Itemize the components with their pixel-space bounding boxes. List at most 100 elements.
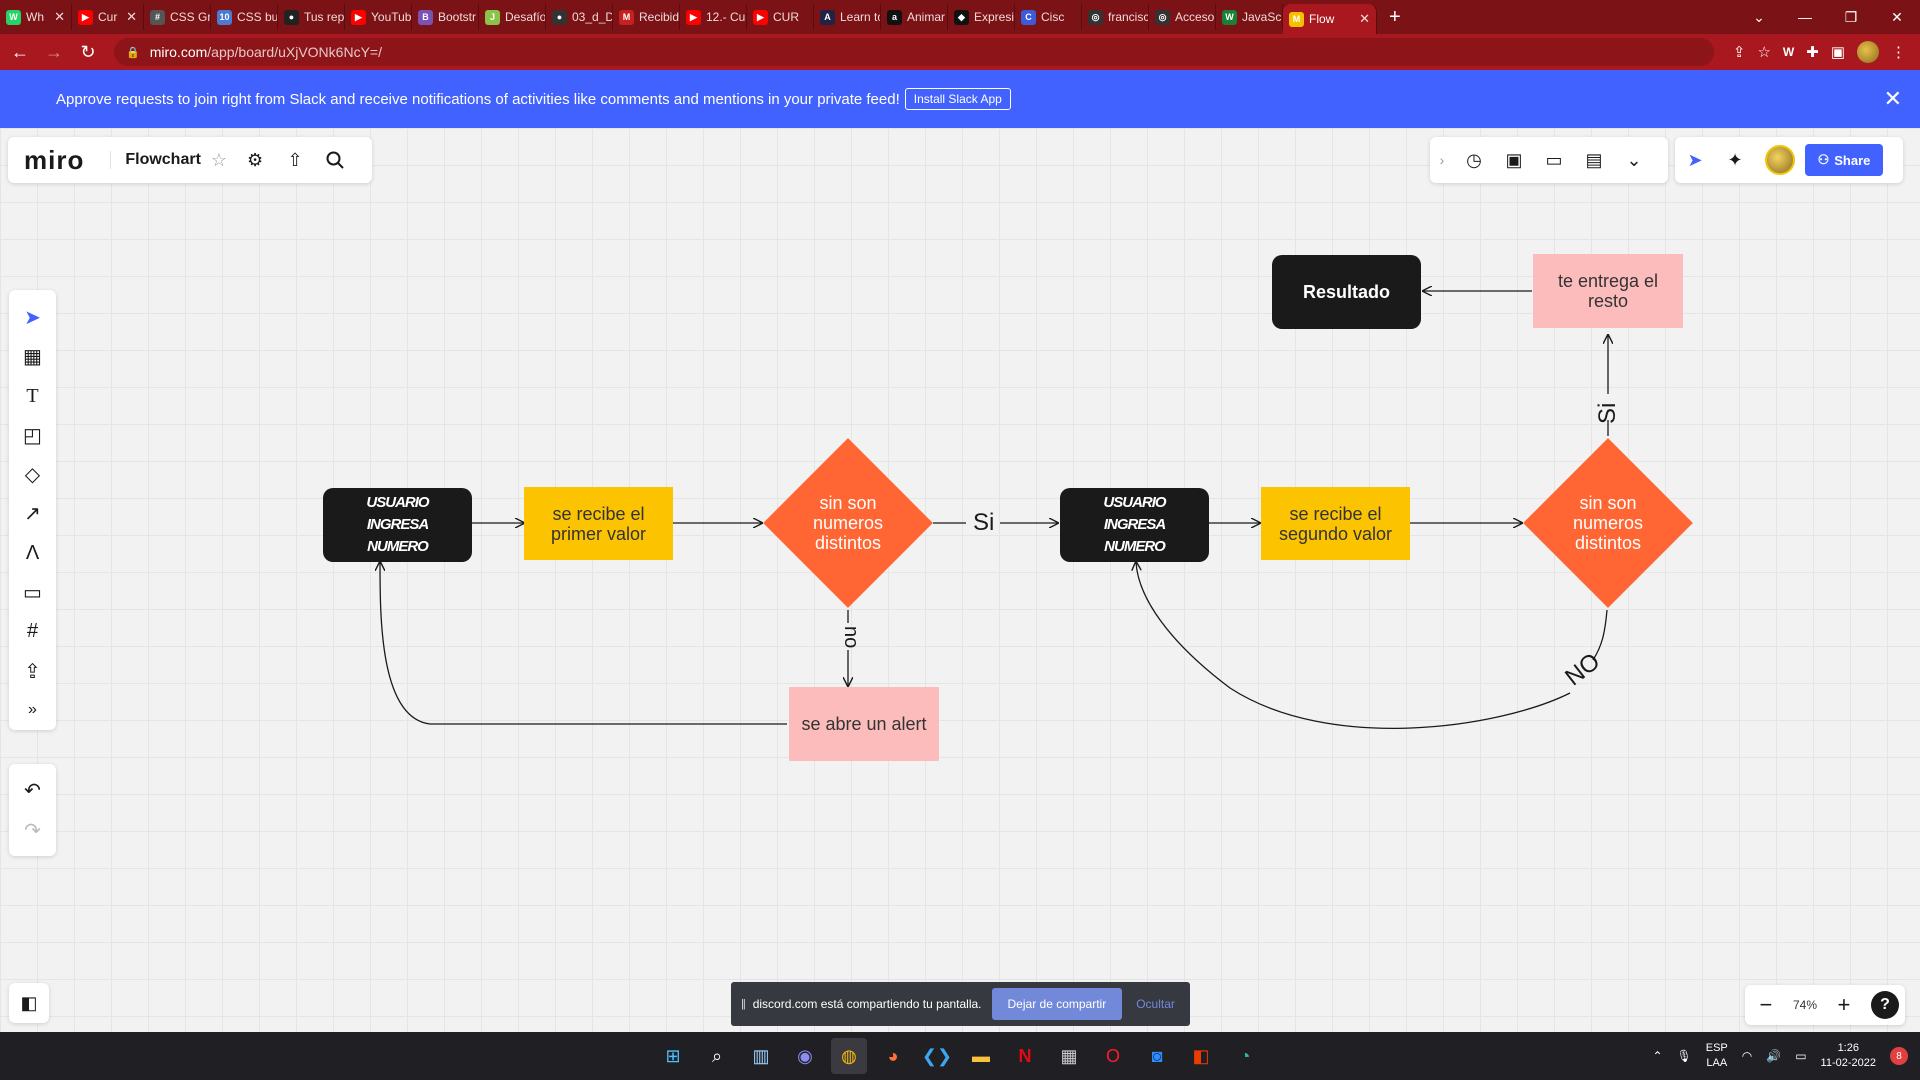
tray-overflow-chevron-icon[interactable]: ⌃ [1652,1049,1662,1063]
select-cursor-icon[interactable]: ➤ [13,298,53,337]
restore-icon[interactable]: ❐ [1828,0,1874,34]
zoom-out-button[interactable]: − [1751,992,1781,1018]
more-tools-icon[interactable]: » [13,691,53,730]
back-icon[interactable]: ← [6,38,34,66]
calculator-icon[interactable]: ▦ [1051,1038,1087,1074]
address-bar[interactable]: 🔒 miro.com/app/board/uXjVONk6NcY=/ [114,38,1714,66]
install-slack-button[interactable]: Install Slack App [904,88,1011,110]
redo-icon[interactable]: ↷ [13,810,53,850]
browser-tab[interactable]: J Desafío [479,4,546,30]
browser-tab[interactable]: M Flow ✕ [1283,4,1377,34]
side-panel-icon[interactable]: ▣ [1831,43,1845,61]
chevron-right-icon[interactable]: › [1430,140,1454,180]
tab-search-chevron-icon[interactable]: ⌄ [1736,0,1782,34]
reload-icon[interactable]: ↻ [74,38,102,66]
tab-close-icon[interactable]: ✕ [54,9,65,25]
zoom-level[interactable]: 74% [1793,998,1817,1012]
tab-close-icon[interactable]: ✕ [1359,11,1370,27]
extensions-puzzle-icon[interactable]: ✚ [1806,43,1819,61]
stop-sharing-button[interactable]: Dejar de compartir [991,988,1123,1020]
node-decision-2[interactable]: sin son numeros distintos [1523,436,1693,610]
share-button[interactable]: ⚇ Share [1805,144,1883,176]
browser-tab[interactable]: # CSS Gri [144,4,211,30]
node-receive-second-value[interactable]: se recibe el segundo valor [1261,487,1410,560]
node-user-input-2[interactable]: USUARIO INGRESA NUMERO [1060,488,1209,562]
minimize-icon[interactable]: — [1782,0,1828,34]
browser-tab[interactable]: ● 03_d_D [546,4,613,30]
teams-chat-icon[interactable]: ◉ [787,1038,823,1074]
text-tool-icon[interactable]: T [13,377,53,416]
node-result[interactable]: Resultado [1272,255,1421,329]
node-alert[interactable]: se abre un alert [789,687,939,761]
chevrons-down-icon[interactable]: ⌄ [1614,140,1654,180]
profile-avatar[interactable] [1857,41,1879,63]
browser-tab[interactable]: B Bootstr [412,4,479,30]
pen-icon[interactable]: Λ [13,534,53,573]
undo-icon[interactable]: ↶ [13,770,53,810]
bookmark-star-icon[interactable]: ☆ [1757,43,1770,61]
close-icon[interactable]: ✕ [1884,86,1902,112]
browser-tab[interactable]: ◎ francisc [1082,4,1149,30]
file-explorer-icon[interactable]: ▬ [963,1038,999,1074]
notes-document-icon[interactable]: ▤ [1574,140,1614,180]
sticky-note-icon[interactable]: ◰ [13,416,53,455]
clock[interactable]: 1:26 11-02-2022 [1821,1041,1876,1071]
share-page-icon[interactable]: ⇪ [1733,43,1746,61]
volume-icon[interactable]: 🔊 [1766,1049,1781,1063]
search-icon[interactable] [323,148,347,172]
miro-board-canvas[interactable]: USUARIO INGRESA NUMERO se recibe el prim… [0,128,1920,1033]
browser-tab[interactable]: ◆ Expresi [948,4,1015,30]
video-add-icon[interactable]: ▣ [1494,140,1534,180]
wifi-icon[interactable]: ◠ [1742,1049,1752,1063]
input-language[interactable]: ESP LAA [1706,1041,1728,1071]
star-icon[interactable]: ☆ [211,150,227,171]
notification-badge[interactable]: 8 [1890,1047,1908,1065]
microphone-icon[interactable]: 🎙 [1677,1049,1692,1063]
export-upload-icon[interactable]: ⇧ [283,148,307,172]
browser-tab[interactable]: ▶ Cur ✕ [72,4,144,30]
timer-icon[interactable]: ◷ [1454,140,1494,180]
collaborator-avatar[interactable] [1765,145,1795,175]
node-remainder[interactable]: te entrega el resto [1533,254,1683,328]
extension-icon[interactable]: W [1783,45,1794,59]
upload-icon[interactable]: ⇪ [13,651,53,690]
frame-icon[interactable]: # [13,612,53,651]
netflix-icon[interactable]: N [1007,1038,1043,1074]
shapes-icon[interactable]: ◇ [13,455,53,494]
frames-panel-icon[interactable]: ◧ [9,983,49,1023]
new-tab-icon[interactable]: + [1377,6,1413,29]
firefox-icon[interactable]: ◕ [875,1038,911,1074]
board-title[interactable]: Flowchart [110,151,201,169]
help-button[interactable]: ? [1870,991,1899,1019]
cursor-filter-icon[interactable]: ➤ [1675,140,1715,180]
tab-close-icon[interactable]: ✕ [126,9,137,25]
browser-tab[interactable]: C Cisc [1015,4,1082,30]
close-window-icon[interactable]: ✕ [1874,0,1920,34]
browser-tab[interactable]: A Learn to [814,4,881,30]
browser-tab[interactable]: ▶ CUR [747,4,814,30]
browser-tab[interactable]: ● Tus rep [278,4,345,30]
browser-menu-icon[interactable]: ⋮ [1891,43,1906,61]
office-icon[interactable]: ◧ [1183,1038,1219,1074]
miro-logo[interactable]: miro [24,145,84,176]
vscode-icon[interactable]: ❮❯ [919,1038,955,1074]
celebrate-icon[interactable]: ✦ [1715,140,1755,180]
zoom-app-icon[interactable]: ◙ [1139,1038,1175,1074]
browser-tab[interactable]: ▶ 12.- Cur [680,4,747,30]
edge-icon[interactable]: ◔ [1227,1038,1263,1074]
node-receive-first-value[interactable]: se recibe el primer valor [524,487,673,560]
search-icon[interactable]: ⌕ [699,1038,735,1074]
forward-icon[interactable]: → [40,38,68,66]
browser-tab[interactable]: 10 CSS but [211,4,278,30]
node-decision-1[interactable]: sin son numeros distintos [763,436,933,610]
browser-tab[interactable]: W JavaScr [1216,4,1283,30]
settings-gear-icon[interactable]: ⚙ [243,148,267,172]
browser-tab[interactable]: W Wh ✕ [0,4,72,30]
browser-tab[interactable]: ◎ Acceso [1149,4,1216,30]
connection-line-icon[interactable]: ↗ [13,494,53,533]
chrome-icon[interactable]: ◍ [831,1038,867,1074]
browser-tab[interactable]: M Recibid [613,4,680,30]
browser-tab[interactable]: a Animar [881,4,948,30]
node-user-input-1[interactable]: USUARIO INGRESA NUMERO [323,488,472,562]
comment-icon[interactable]: ▭ [13,573,53,612]
